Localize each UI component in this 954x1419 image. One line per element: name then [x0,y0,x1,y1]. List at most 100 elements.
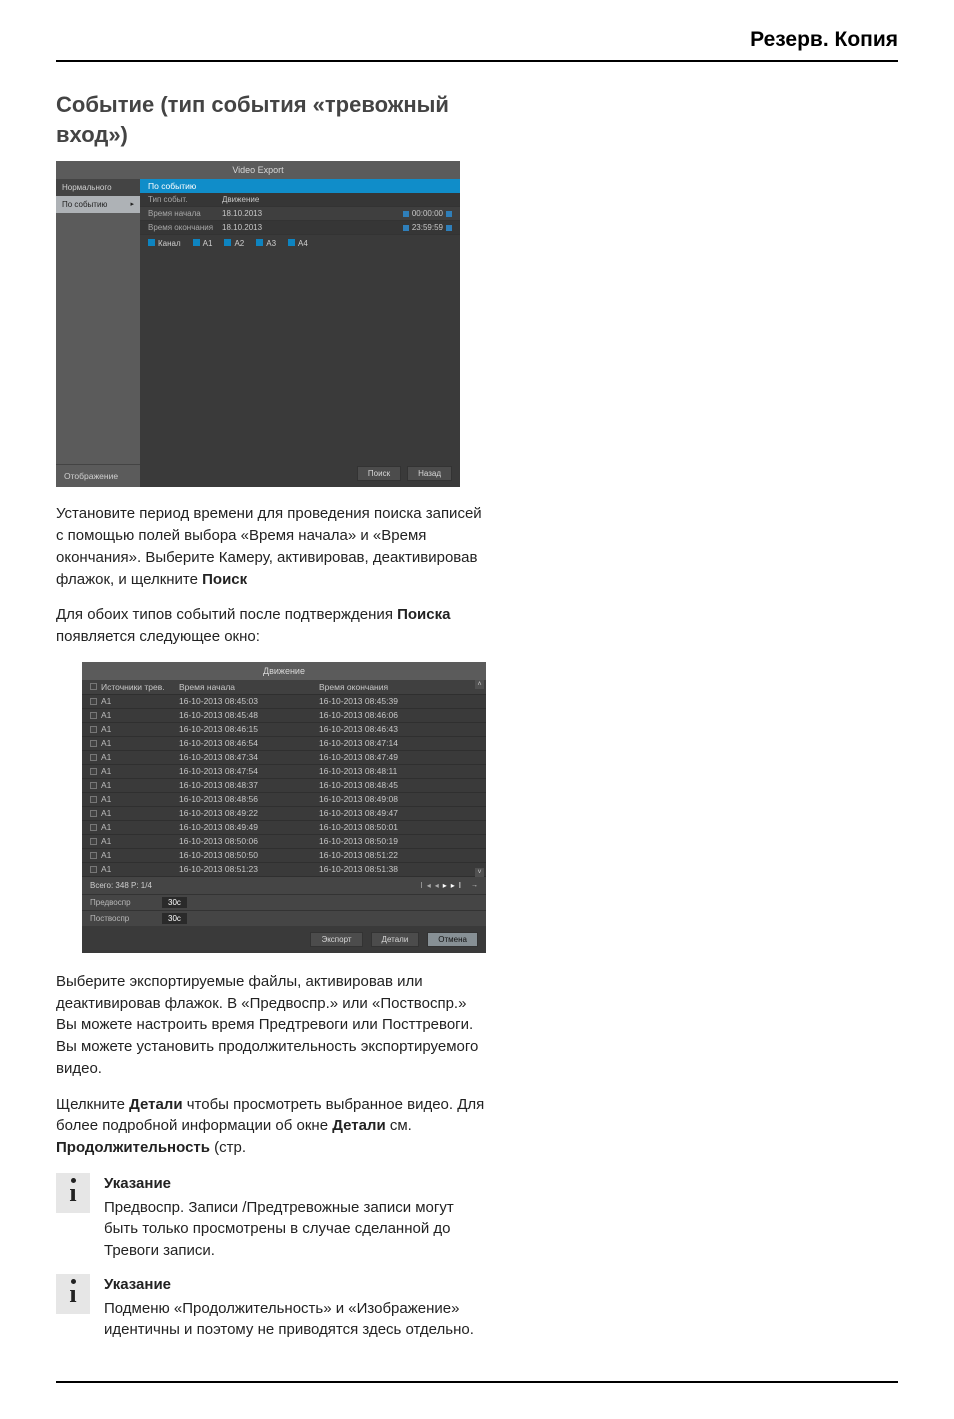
channel-a2-checkbox[interactable] [224,239,231,246]
pager-first-icon[interactable]: I◂ [420,881,434,890]
row-start: 16-10-2013 08:48:56 [179,794,319,804]
preplay-value[interactable]: 30с [162,897,187,908]
row-end: 16-10-2013 08:50:19 [319,836,459,846]
row-end: 16-10-2013 08:51:38 [319,864,459,874]
pager-prev-icon[interactable]: ◂ [435,881,443,890]
channel-a3-label: A3 [266,239,276,248]
paragraph-4: Щелкните Детали чтобы просмотреть выбран… [56,1094,486,1159]
channel-a1-checkbox[interactable] [193,239,200,246]
section-heading: Событие (тип события «тревожный вход») [56,90,476,149]
row-source: A1 [97,808,179,818]
channel-a1-label: A1 [203,239,213,248]
row-checkbox[interactable] [90,754,97,761]
row-checkbox[interactable] [90,698,97,705]
calendar-icon[interactable] [403,211,409,217]
row-checkbox[interactable] [90,810,97,817]
postplay-value[interactable]: 30с [162,913,187,924]
row-checkbox[interactable] [90,726,97,733]
start-date-field[interactable]: 18.10.2013 [222,209,292,218]
footer-rule [56,1381,898,1383]
info-title: Указание [104,1274,486,1296]
row-start: 16-10-2013 08:49:49 [179,822,319,832]
table-row[interactable]: A116-10-2013 08:47:5416-10-2013 08:48:11 [82,765,486,779]
table-row[interactable]: A116-10-2013 08:48:5616-10-2013 08:49:08 [82,793,486,807]
sidebar-item-event[interactable]: По событию ▸ [56,196,140,213]
row-checkbox[interactable] [90,740,97,747]
end-time-field[interactable]: 23:59:59 [412,223,443,232]
row-end: 16-10-2013 08:48:45 [319,780,459,790]
search-button[interactable]: Поиск [357,466,401,481]
row-start: 16-10-2013 08:50:50 [179,850,319,860]
row-source: A1 [97,864,179,874]
pager-summary: Всего: 348 P: 1/4 [90,881,420,890]
row-checkbox[interactable] [90,824,97,831]
row-checkbox[interactable] [90,768,97,775]
video-export-window: Video Export Нормального По событию ▸ От… [56,161,460,487]
table-row[interactable]: A116-10-2013 08:45:0316-10-2013 08:45:39 [82,695,486,709]
table-row[interactable]: A116-10-2013 08:50:5016-10-2013 08:51:22 [82,849,486,863]
row-source: A1 [97,850,179,860]
clock-icon[interactable] [446,211,452,217]
row-checkbox[interactable] [90,838,97,845]
row-source: A1 [97,696,179,706]
row-end: 16-10-2013 08:48:11 [319,766,459,776]
pager-go-icon[interactable]: → [465,882,478,889]
row-end: 16-10-2013 08:51:22 [319,850,459,860]
info-icon: ı [56,1274,90,1314]
row-checkbox[interactable] [90,796,97,803]
col-source: Источники трев. [97,682,179,692]
video-export-title: Video Export [56,161,460,179]
row-start: 16-10-2013 08:45:03 [179,696,319,706]
postplay-label: Поствоспр [90,914,162,923]
calendar-icon[interactable] [403,225,409,231]
row-checkbox[interactable] [90,866,97,873]
end-time-label: Время окончания [148,223,222,232]
scroll-up-icon[interactable]: ˄ [475,680,484,689]
event-type-value[interactable]: Движение [222,195,292,204]
table-row[interactable]: A116-10-2013 08:50:0616-10-2013 08:50:19 [82,835,486,849]
channel-checkbox[interactable] [148,239,155,246]
row-checkbox[interactable] [90,712,97,719]
table-row[interactable]: A116-10-2013 08:51:2316-10-2013 08:51:38 [82,863,486,877]
row-checkbox[interactable] [90,852,97,859]
table-row[interactable]: A116-10-2013 08:48:3716-10-2013 08:48:45 [82,779,486,793]
row-source: A1 [97,710,179,720]
row-start: 16-10-2013 08:50:06 [179,836,319,846]
table-row[interactable]: A116-10-2013 08:47:3416-10-2013 08:47:49 [82,751,486,765]
details-button[interactable]: Детали [371,932,420,947]
channel-a4-label: A4 [298,239,308,248]
export-button[interactable]: Экспорт [310,932,362,947]
clock-icon[interactable] [446,225,452,231]
scroll-down-icon[interactable]: ˅ [475,868,484,877]
page-header: Резерв. Копия [56,28,898,62]
preplay-label: Предвоспр [90,898,162,907]
tab-by-event[interactable]: По событию [140,179,460,193]
table-row[interactable]: A116-10-2013 08:49:2216-10-2013 08:49:47 [82,807,486,821]
pager-last-icon[interactable]: ▸I [451,881,465,890]
sidebar-item-normal[interactable]: Нормального [56,179,140,196]
info-icon: ı [56,1173,90,1213]
row-source: A1 [97,822,179,832]
row-source: A1 [97,794,179,804]
table-row[interactable]: A116-10-2013 08:45:4816-10-2013 08:46:06 [82,709,486,723]
start-time-field[interactable]: 00:00:00 [412,209,443,218]
row-source: A1 [97,766,179,776]
row-checkbox[interactable] [90,782,97,789]
channel-a3-checkbox[interactable] [256,239,263,246]
row-end: 16-10-2013 08:50:01 [319,822,459,832]
event-type-label: Тип событ. [148,195,222,204]
select-all-checkbox[interactable] [90,683,97,690]
table-row[interactable]: A116-10-2013 08:46:5416-10-2013 08:47:14 [82,737,486,751]
end-date-field[interactable]: 18.10.2013 [222,223,292,232]
row-start: 16-10-2013 08:46:54 [179,738,319,748]
table-row[interactable]: A116-10-2013 08:49:4916-10-2013 08:50:01 [82,821,486,835]
row-source: A1 [97,836,179,846]
row-end: 16-10-2013 08:46:06 [319,710,459,720]
back-button[interactable]: Назад [407,466,452,481]
pager-next-icon[interactable]: ▸ [443,881,451,890]
table-row[interactable]: A116-10-2013 08:46:1516-10-2013 08:46:43 [82,723,486,737]
row-start: 16-10-2013 08:48:37 [179,780,319,790]
motion-title: Движение [82,662,486,680]
cancel-button[interactable]: Отмена [427,932,478,947]
channel-a4-checkbox[interactable] [288,239,295,246]
